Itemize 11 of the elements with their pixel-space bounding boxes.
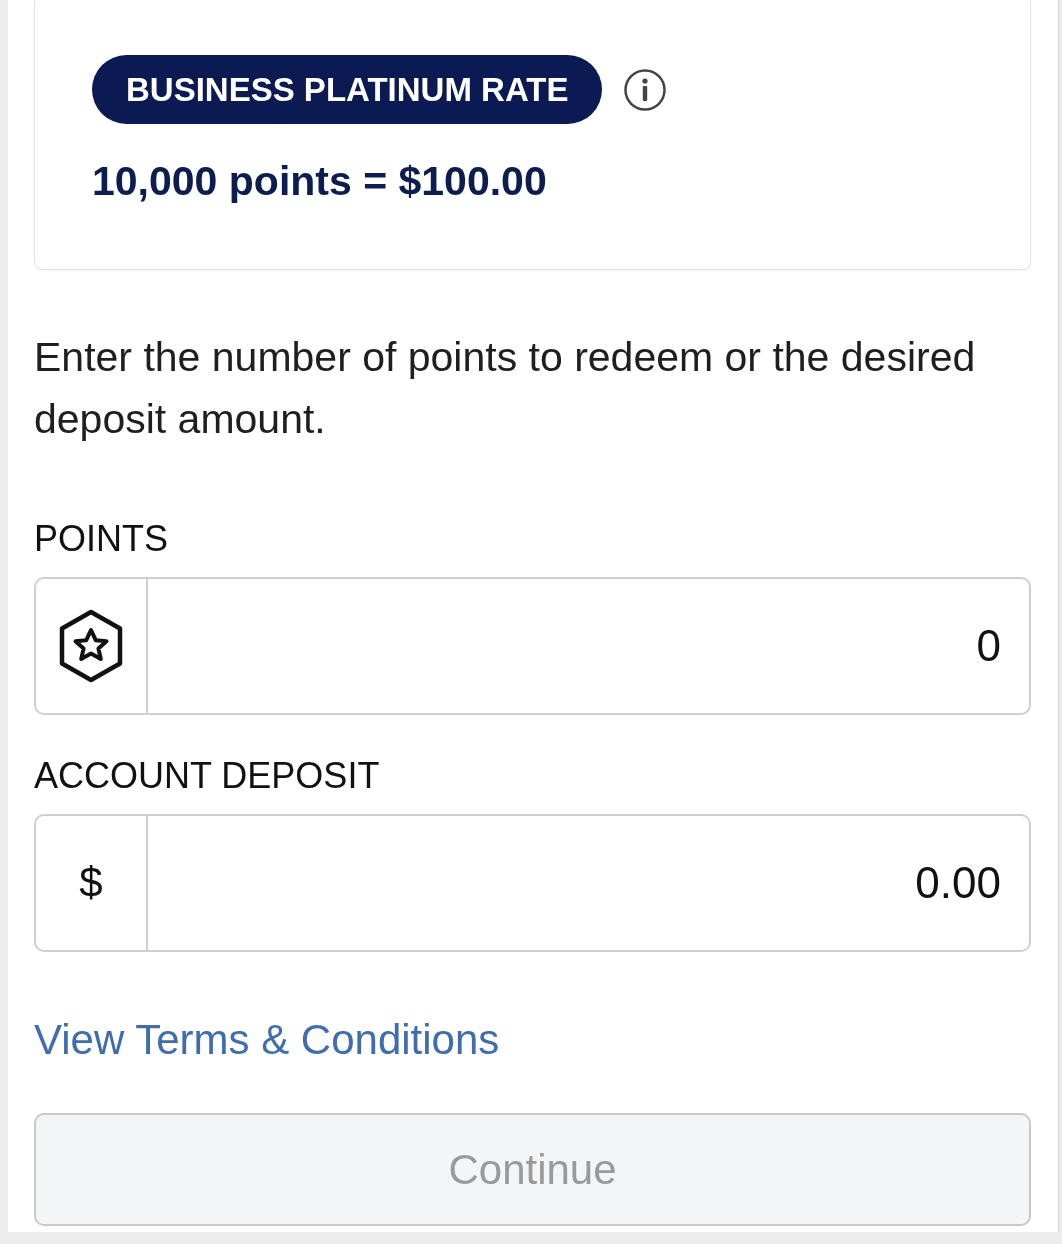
field-label: POINTS	[34, 519, 168, 559]
amount-input[interactable]: 0.00	[148, 814, 1031, 952]
info-icon[interactable]	[624, 68, 667, 111]
star-hexagon-icon	[58, 609, 124, 683]
field-label: ACCOUNT DEPOSIT	[34, 756, 380, 796]
terms-link[interactable]: View Terms & Conditions	[34, 1016, 500, 1064]
points-input[interactable]: 0	[148, 577, 1031, 715]
conversion-rate: 10,000 points = $100.00	[92, 157, 547, 205]
rate-badge: BUSINESS PLATINUM RATE	[92, 55, 603, 124]
instruction-text: Enter the number of points to redeem or the desired deposit amount.	[34, 333, 977, 444]
currency-symbol: $	[79, 859, 103, 907]
